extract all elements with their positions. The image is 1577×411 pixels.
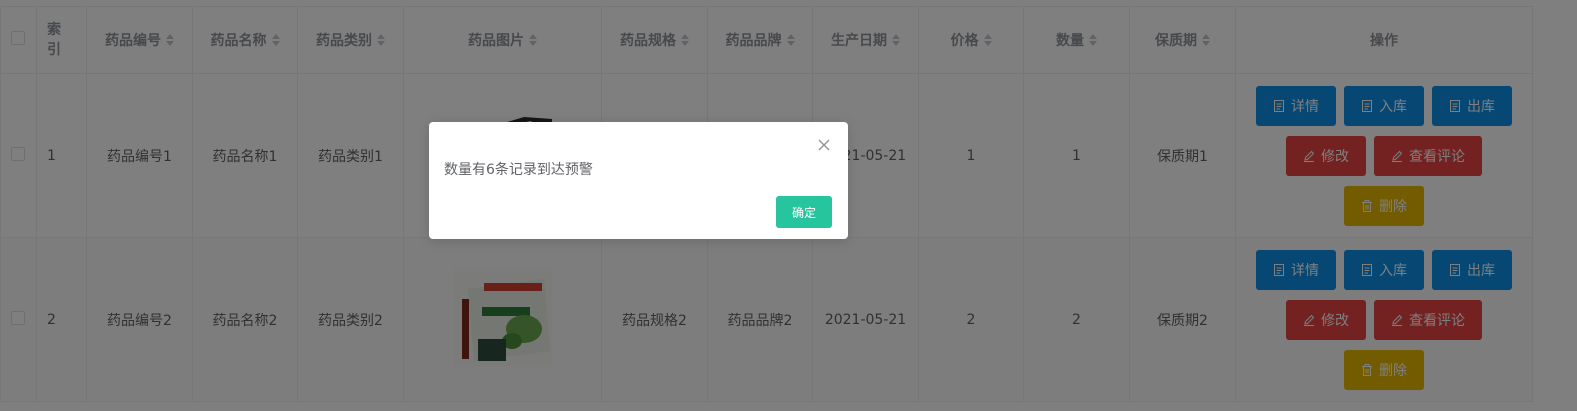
close-icon[interactable] bbox=[817, 138, 831, 152]
confirm-button[interactable]: 确定 bbox=[776, 196, 832, 228]
alert-dialog: 数量有6条记录到达预警 确定 bbox=[429, 122, 848, 239]
dialog-message: 数量有6条记录到达预警 bbox=[444, 162, 593, 178]
